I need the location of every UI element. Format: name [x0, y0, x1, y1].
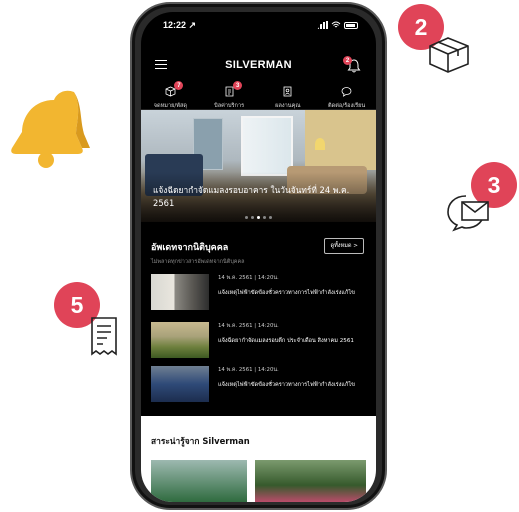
hero-banner[interactable]: แจ้งฉีดยากำจัดแมลงรอบอาคาร ในวันจันทร์ที… — [141, 110, 376, 222]
notification-button[interactable]: 2 — [343, 56, 362, 73]
chat-icon — [341, 87, 352, 97]
nav-item-profile[interactable]: ผลงานคุณ — [259, 82, 318, 109]
see-all-button[interactable]: ดูทั้งหมด > — [324, 238, 364, 254]
knowledge-title: สาระน่ารู้จาก Silverman — [151, 436, 250, 446]
updates-subtitle: ไม่พลาดทุกข่าวสารอัพเดทจากนิติบุคคล — [151, 259, 245, 265]
mail-chat-icon — [447, 195, 489, 232]
news-text: แจ้งเหตุไฟฟ้าขัดข้องชั่วคราวทางการไฟฟ้าก… — [218, 290, 355, 296]
news-text: แจ้งฉีดยากำจัดแมลงรอบตึก ประจำเดือน สิงห… — [218, 338, 354, 344]
status-icons — [317, 21, 358, 29]
nav-label: จดหมาย/พัสดุ — [153, 103, 188, 109]
phone-frame: 12:22 ↗ SILVERMAN 2 7 จดหมาย/พัสดุ 3 บิล… — [130, 2, 387, 510]
nav-badge: 7 — [174, 81, 184, 90]
nav-label: บิลค่าบริการ — [214, 103, 245, 109]
news-thumbnail — [151, 366, 209, 402]
knowledge-section: สาระน่ารู้จาก Silverman — [141, 416, 376, 502]
news-date: 14 พ.ค. 2561 | 14:20น. — [218, 367, 279, 373]
updates-header: อัพเดทจากนิติบุคคล ไม่พลาดทุกข่าวสารอัพเ… — [151, 238, 366, 266]
app-logo: SILVERMAN — [225, 59, 292, 71]
bell-icon — [11, 90, 90, 168]
nav-item-contact[interactable]: ติดต่อ/ร้องเรียน — [317, 82, 376, 109]
notification-badge: 2 — [343, 56, 352, 65]
news-thumbnail — [151, 322, 209, 358]
status-time: 12:22 ↗ — [163, 20, 197, 30]
phone-screen: 12:22 ↗ SILVERMAN 2 7 จดหมาย/พัสดุ 3 บิล… — [141, 12, 376, 502]
nav-item-parcels[interactable]: 7 จดหมาย/พัสดุ — [141, 81, 200, 109]
carousel-dot[interactable] — [251, 216, 254, 219]
carousel-dot[interactable] — [263, 216, 266, 219]
news-thumbnail — [151, 274, 209, 310]
nav-item-bills[interactable]: 3 บิลค่าบริการ — [200, 81, 259, 109]
news-date: 14 พ.ค. 2561 | 14:20น. — [218, 323, 279, 329]
quick-nav: 7 จดหมาย/พัสดุ 3 บิลค่าบริการ ผลงานคุณ ต… — [141, 81, 376, 110]
news-date: 14 พ.ค. 2561 | 14:20น. — [218, 275, 279, 281]
wifi-icon — [331, 21, 341, 28]
hero-image-lamp — [315, 138, 325, 150]
person-card-icon — [283, 86, 292, 97]
phone-notch — [197, 12, 321, 34]
news-item[interactable]: 14 พ.ค. 2561 | 14:20น. แจ้งเหตุไฟฟ้าขัดข… — [151, 366, 366, 404]
carousel-dot[interactable] — [269, 216, 272, 219]
nav-label: ผลงานคุณ — [275, 103, 301, 109]
box-icon — [429, 37, 469, 73]
carousel-dot-active[interactable] — [257, 216, 260, 219]
news-item[interactable]: 14 พ.ค. 2561 | 14:20น. แจ้งฉีดยากำจัดแมล… — [151, 322, 366, 360]
carousel-dot[interactable] — [245, 216, 248, 219]
nav-label: ติดต่อ/ร้องเรียน — [327, 103, 366, 109]
carousel-dots — [141, 216, 376, 219]
news-item[interactable]: 14 พ.ค. 2561 | 14:20น. แจ้งเหตุไฟฟ้าขัดข… — [151, 274, 366, 312]
app-bar: SILVERMAN 2 — [141, 52, 376, 78]
receipt-icon — [91, 317, 117, 356]
news-text: แจ้งเหตุไฟฟ้าขัดข้องชั่วคราวทางการไฟฟ้าก… — [218, 382, 355, 388]
knowledge-card[interactable] — [151, 460, 247, 502]
knowledge-card[interactable] — [255, 460, 366, 502]
nav-badge: 3 — [233, 81, 243, 90]
hero-title: แจ้งฉีดยากำจัดแมลงรอบอาคาร ในวันจันทร์ที… — [153, 185, 350, 208]
hero-image-window — [241, 116, 293, 176]
battery-icon — [344, 21, 358, 29]
